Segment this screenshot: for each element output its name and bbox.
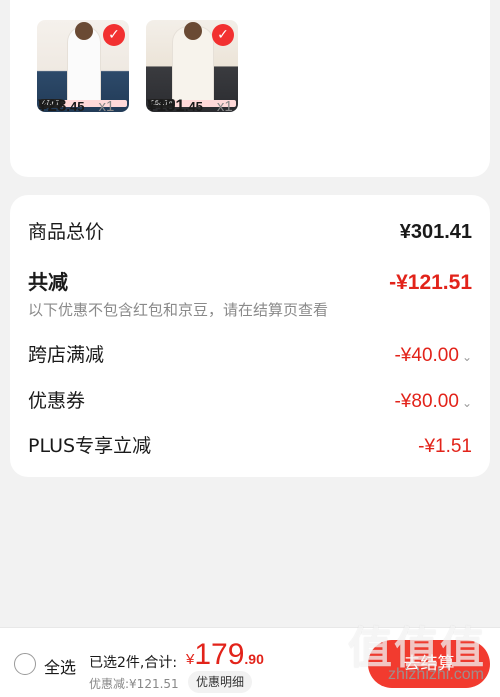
price-integer: ¥151 [147, 96, 185, 115]
radio-unchecked-icon[interactable] [14, 653, 36, 675]
chevron-down-icon[interactable]: ⌄ [462, 396, 472, 410]
product-price: ¥28.45 x1 [38, 96, 114, 116]
coupon-row[interactable]: 优惠券 -¥80.00 ⌄ [28, 386, 472, 413]
shop-discount-label: 跨店满减 [28, 344, 105, 366]
check-circle-icon[interactable]: ✓ [103, 24, 125, 46]
product-quantity: x1 [216, 98, 233, 115]
plus-discount-row: PLUS专享立减 -¥1.51 [28, 431, 472, 458]
plus-discount-value: -¥1.51 [418, 436, 472, 457]
product-model-head [75, 22, 93, 40]
discount-detail-button[interactable]: 优惠明细 [188, 671, 253, 693]
total-integer: 179 [194, 638, 245, 671]
product-quantity: x1 [98, 98, 115, 115]
checkout-button[interactable]: 去结算 [368, 640, 490, 688]
select-all-label[interactable]: 全选 [44, 654, 76, 678]
shop-discount-value-group[interactable]: -¥40.00 ⌄ [394, 345, 472, 367]
discount-amount-text: 优惠减:¥121.51 [89, 677, 179, 691]
coupon-value: -¥80.00 [394, 391, 459, 412]
selected-products-card: ✓ 47.67 ¥28.45 x1 ✓ 253.74 ¥151.45 x1 [10, 0, 490, 177]
coupon-value-group[interactable]: -¥80.00 ⌄ [394, 391, 472, 413]
plus-discount-label: PLUS专享立减 [28, 435, 152, 457]
total-reduce-label: 共减 [28, 270, 68, 294]
total-decimal: .90 [244, 651, 264, 667]
product-price: ¥151.45 x1 [147, 96, 233, 116]
price-decimal: .45 [66, 99, 85, 114]
total-reduce-row: 共减 -¥121.51 [28, 266, 472, 295]
checkout-bar: 全选 已选2件,合计: ¥179.90 优惠减:¥121.51 优惠明细 去结算 [0, 627, 500, 697]
selected-count-text: 已选2件,合计: [89, 655, 178, 671]
shop-discount-value: -¥40.00 [394, 345, 459, 366]
check-circle-icon[interactable]: ✓ [212, 24, 234, 46]
chevron-down-icon[interactable]: ⌄ [462, 350, 472, 364]
total-amount: ¥179.90 [186, 638, 264, 672]
discount-note: 以下优惠不包含红包和京豆，请在结算页查看 [28, 301, 329, 319]
total-price-row: 商品总价 ¥301.41 [28, 217, 472, 244]
price-summary-card: 商品总价 ¥301.41 共减 -¥121.51 以下优惠不包含红包和京豆，请在… [10, 195, 490, 477]
total-price-label: 商品总价 [28, 221, 105, 243]
coupon-label: 优惠券 [28, 390, 86, 412]
total-price-value: ¥301.41 [399, 221, 472, 243]
total-reduce-value: -¥121.51 [389, 271, 472, 294]
product-model-head [184, 22, 202, 40]
shop-discount-row[interactable]: 跨店满减 -¥40.00 ⌄ [28, 340, 472, 367]
price-decimal: .45 [184, 99, 203, 114]
price-integer: ¥28 [38, 96, 67, 115]
